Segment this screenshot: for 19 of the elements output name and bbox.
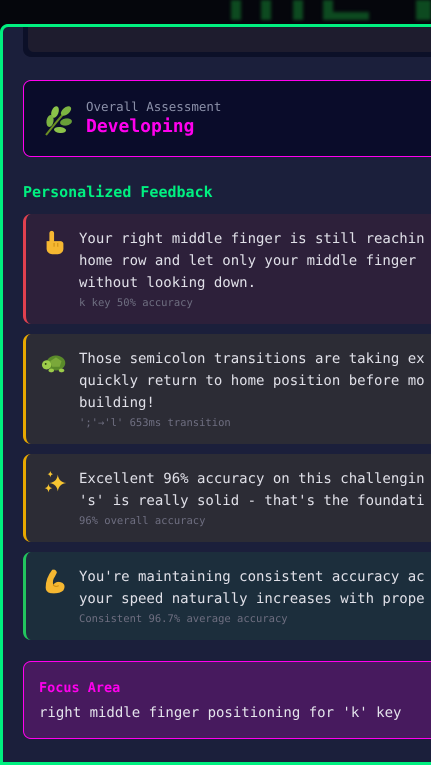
feedback-text-line: building! <box>79 394 156 413</box>
feedback-metric: k key 50% accuracy <box>79 296 194 310</box>
feedback-text-line: your speed naturally increases with prope <box>79 590 425 609</box>
feedback-text-line: You're maintaining consistent accuracy ac <box>79 568 425 587</box>
section-title: Personalized Feedback <box>23 182 214 202</box>
feedback-text-line: quickly return to home position before mo <box>79 372 425 391</box>
feedback-metric: 96% overall accuracy <box>79 514 206 528</box>
assessment-label: Overall Assessment <box>86 98 222 114</box>
feedback-text-line: home row and let only your middle finger <box>79 252 418 271</box>
feedback-metric: Consistent 96.7% average accuracy <box>79 612 289 626</box>
feedback-text-line: Those semicolon transitions are taking ex <box>79 350 425 369</box>
feedback-text-line: Your right middle finger is still reachin <box>79 230 425 249</box>
feedback-metric: ';'→'l' 653ms transition <box>79 416 232 430</box>
assessment-value: Developing <box>86 114 196 138</box>
feedback-text-line: Excellent 96% accuracy on this challengin <box>79 470 425 489</box>
focus-text: right middle finger positioning for 'k' key <box>39 704 402 722</box>
feedback-text-line: 's' is really solid - that's the foundati <box>79 492 425 511</box>
feedback-text-line: without looking down. <box>79 274 258 293</box>
focus-label: Focus Area <box>39 679 122 697</box>
